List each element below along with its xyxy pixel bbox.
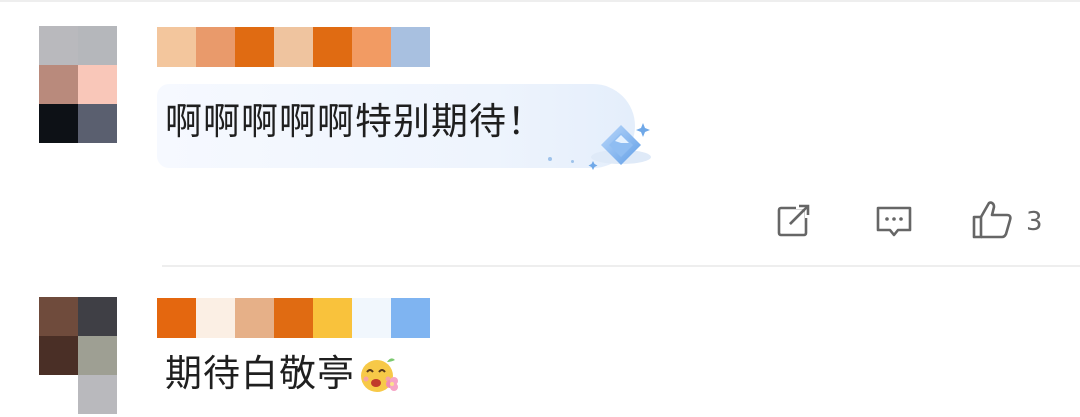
avatar[interactable] (39, 26, 117, 143)
sparkle-dot (548, 157, 552, 161)
mosaic-block (157, 27, 196, 67)
thumbs-up-icon (970, 198, 1014, 246)
mosaic-block (391, 298, 430, 338)
mosaic-block (235, 298, 274, 338)
reply-button[interactable] (874, 200, 914, 244)
mosaic-block (157, 298, 196, 338)
mosaic-block (78, 297, 117, 336)
mosaic-block (78, 65, 117, 104)
share-button[interactable] (774, 200, 814, 244)
mosaic-block (274, 27, 313, 67)
mosaic-block (274, 298, 313, 338)
mosaic-block (39, 336, 78, 375)
mosaic-block (78, 26, 117, 65)
comment-text: 啊啊啊啊啊特别期待！ (165, 100, 545, 143)
mosaic-block (78, 336, 117, 375)
mosaic-block (39, 375, 78, 414)
avatar[interactable] (39, 297, 117, 414)
mosaic-block (352, 27, 391, 67)
comment-item: 啊啊啊啊啊特别期待！ 3 (0, 0, 1080, 265)
comment-actions: 3 (0, 200, 1080, 244)
share-icon (774, 200, 814, 244)
mosaic-block (196, 298, 235, 338)
reply-icon (874, 200, 914, 244)
comment-item: 期待白敬亭 (0, 266, 1080, 417)
username[interactable] (157, 27, 430, 67)
mosaic-block (313, 27, 352, 67)
mosaic-block (391, 27, 430, 67)
mosaic-block (313, 298, 352, 338)
comment-text-row: 期待白敬亭 (165, 350, 401, 398)
mosaic-block (39, 297, 78, 336)
flower-smile-emoji (357, 352, 401, 396)
sparkle-dot (571, 160, 574, 163)
like-button[interactable]: 3 (970, 200, 1060, 244)
username[interactable] (157, 298, 430, 338)
mosaic-block (78, 104, 117, 143)
mosaic-block (39, 65, 78, 104)
comment-text: 期待白敬亭 (165, 352, 355, 395)
mosaic-block (78, 375, 117, 414)
like-count: 3 (1026, 207, 1043, 237)
mosaic-block (196, 27, 235, 67)
mosaic-block (39, 26, 78, 65)
mosaic-block (39, 104, 78, 143)
mosaic-block (235, 27, 274, 67)
mosaic-block (352, 298, 391, 338)
diamond-badge-icon (585, 117, 657, 177)
